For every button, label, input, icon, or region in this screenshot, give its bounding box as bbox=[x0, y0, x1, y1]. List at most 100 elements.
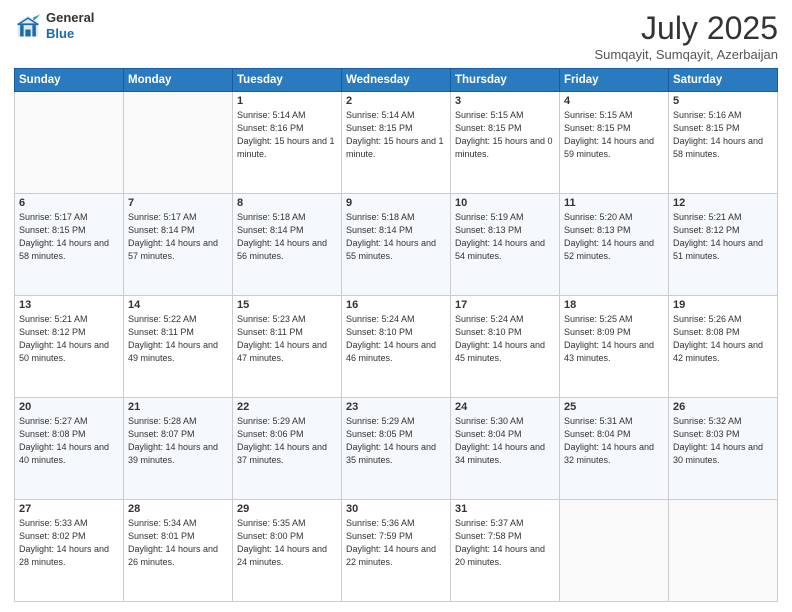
day-number: 17 bbox=[455, 299, 555, 311]
day-number: 26 bbox=[673, 401, 773, 413]
cell-info: Sunrise: 5:29 AM Sunset: 8:05 PM Dayligh… bbox=[346, 415, 446, 467]
day-number: 10 bbox=[455, 197, 555, 209]
day-number: 3 bbox=[455, 95, 555, 107]
cell-info: Sunrise: 5:28 AM Sunset: 8:07 PM Dayligh… bbox=[128, 415, 228, 467]
calendar-cell: 8Sunrise: 5:18 AM Sunset: 8:14 PM Daylig… bbox=[233, 194, 342, 296]
cell-info: Sunrise: 5:32 AM Sunset: 8:03 PM Dayligh… bbox=[673, 415, 773, 467]
calendar-cell bbox=[15, 92, 124, 194]
calendar-cell: 1Sunrise: 5:14 AM Sunset: 8:16 PM Daylig… bbox=[233, 92, 342, 194]
logo-general: General bbox=[46, 10, 94, 26]
calendar-cell: 7Sunrise: 5:17 AM Sunset: 8:14 PM Daylig… bbox=[124, 194, 233, 296]
calendar-cell: 14Sunrise: 5:22 AM Sunset: 8:11 PM Dayli… bbox=[124, 296, 233, 398]
header: General Blue July 2025 Sumqayit, Sumqayi… bbox=[14, 10, 778, 62]
calendar-cell: 12 Sunrise: 5:21 AM Sunset: 8:12 PM Dayli… bbox=[669, 194, 778, 296]
day-number: 11 bbox=[564, 197, 664, 209]
cell-info: Sunrise: 5:18 AM Sunset: 8:14 PM Dayligh… bbox=[346, 211, 446, 263]
calendar-cell bbox=[124, 92, 233, 194]
day-number: 18 bbox=[564, 299, 664, 311]
calendar-cell: 4 Sunrise: 5:15 AM Sunset: 8:15 PM Daylig… bbox=[560, 92, 669, 194]
calendar-cell: 9 Sunrise: 5:18 AM Sunset: 8:14 PM Daylig… bbox=[342, 194, 451, 296]
cell-info: Sunrise: 5:37 AM Sunset: 7:58 PM Dayligh… bbox=[455, 517, 555, 569]
logo-blue: Blue bbox=[46, 26, 94, 42]
day-number: 25 bbox=[564, 401, 664, 413]
day-number: 16 bbox=[346, 299, 446, 311]
day-number: 6 bbox=[19, 197, 119, 209]
cell-info: Sunrise: 5:14 AM Sunset: 8:16 PM Dayligh… bbox=[237, 109, 337, 161]
cell-info: Sunrise: 5:14 AM Sunset: 8:15 PM Dayligh… bbox=[346, 109, 446, 161]
calendar-table: SundayMondayTuesdayWednesdayThursdayFrid… bbox=[14, 68, 778, 602]
days-header-row: SundayMondayTuesdayWednesdayThursdayFrid… bbox=[15, 69, 778, 92]
day-number: 21 bbox=[128, 401, 228, 413]
day-number: 19 bbox=[673, 299, 773, 311]
cell-info: Sunrise: 5:34 AM Sunset: 8:01 PM Dayligh… bbox=[128, 517, 228, 569]
calendar-cell: 16 Sunrise: 5:24 AM Sunset: 8:10 PM Dayli… bbox=[342, 296, 451, 398]
calendar-cell: 26 Sunrise: 5:32 AM Sunset: 8:03 PM Dayli… bbox=[669, 398, 778, 500]
cell-info: Sunrise: 5:15 AM Sunset: 8:15 PM Dayligh… bbox=[455, 109, 555, 161]
calendar-cell: 24Sunrise: 5:30 AM Sunset: 8:04 PM Dayli… bbox=[451, 398, 560, 500]
cell-info: Sunrise: 5:21 AM Sunset: 8:12 PM Dayligh… bbox=[673, 211, 773, 263]
week-row-3: 13Sunrise: 5:21 AM Sunset: 8:12 PM Dayli… bbox=[15, 296, 778, 398]
calendar-cell: 27 Sunrise: 5:33 AM Sunset: 8:02 PM Dayli… bbox=[15, 500, 124, 602]
day-number: 29 bbox=[237, 503, 337, 515]
week-row-5: 27 Sunrise: 5:33 AM Sunset: 8:02 PM Dayli… bbox=[15, 500, 778, 602]
cell-info: Sunrise: 5:19 AM Sunset: 8:13 PM Dayligh… bbox=[455, 211, 555, 263]
day-number: 27 bbox=[19, 503, 119, 515]
calendar-cell: 19Sunrise: 5:26 AM Sunset: 8:08 PM Dayli… bbox=[669, 296, 778, 398]
cell-info: Sunrise: 5:24 AM Sunset: 8:10 PM Dayligh… bbox=[346, 313, 446, 365]
logo: General Blue bbox=[14, 10, 94, 41]
day-header-tuesday: Tuesday bbox=[233, 69, 342, 92]
calendar-cell: 5 Sunrise: 5:16 AM Sunset: 8:15 PM Daylig… bbox=[669, 92, 778, 194]
calendar-cell: 13Sunrise: 5:21 AM Sunset: 8:12 PM Dayli… bbox=[15, 296, 124, 398]
calendar-cell bbox=[560, 500, 669, 602]
day-header-wednesday: Wednesday bbox=[342, 69, 451, 92]
logo-text: General Blue bbox=[46, 10, 94, 41]
calendar-cell: 17 Sunrise: 5:24 AM Sunset: 8:10 PM Dayli… bbox=[451, 296, 560, 398]
calendar-cell: 23 Sunrise: 5:29 AM Sunset: 8:05 PM Dayli… bbox=[342, 398, 451, 500]
day-number: 23 bbox=[346, 401, 446, 413]
calendar-cell: 21 Sunrise: 5:28 AM Sunset: 8:07 PM Dayli… bbox=[124, 398, 233, 500]
day-header-saturday: Saturday bbox=[669, 69, 778, 92]
calendar-cell: 20Sunrise: 5:27 AM Sunset: 8:08 PM Dayli… bbox=[15, 398, 124, 500]
calendar-cell: 11 Sunrise: 5:20 AM Sunset: 8:13 PM Dayli… bbox=[560, 194, 669, 296]
cell-info: Sunrise: 5:15 AM Sunset: 8:15 PM Dayligh… bbox=[564, 109, 664, 161]
cell-info: Sunrise: 5:35 AM Sunset: 8:00 PM Dayligh… bbox=[237, 517, 337, 569]
calendar-cell: 29 Sunrise: 5:35 AM Sunset: 8:00 PM Dayli… bbox=[233, 500, 342, 602]
cell-info: Sunrise: 5:30 AM Sunset: 8:04 PM Dayligh… bbox=[455, 415, 555, 467]
day-number: 2 bbox=[346, 95, 446, 107]
cell-info: Sunrise: 5:17 AM Sunset: 8:14 PM Dayligh… bbox=[128, 211, 228, 263]
cell-info: Sunrise: 5:16 AM Sunset: 8:15 PM Dayligh… bbox=[673, 109, 773, 161]
cell-info: Sunrise: 5:33 AM Sunset: 8:02 PM Dayligh… bbox=[19, 517, 119, 569]
day-number: 31 bbox=[455, 503, 555, 515]
calendar-cell: 3 Sunrise: 5:15 AM Sunset: 8:15 PM Daylig… bbox=[451, 92, 560, 194]
day-header-sunday: Sunday bbox=[15, 69, 124, 92]
calendar-cell: 28Sunrise: 5:34 AM Sunset: 8:01 PM Dayli… bbox=[124, 500, 233, 602]
day-number: 8 bbox=[237, 197, 337, 209]
day-header-monday: Monday bbox=[124, 69, 233, 92]
day-number: 12 bbox=[673, 197, 773, 209]
cell-info: Sunrise: 5:20 AM Sunset: 8:13 PM Dayligh… bbox=[564, 211, 664, 263]
calendar-cell: 22Sunrise: 5:29 AM Sunset: 8:06 PM Dayli… bbox=[233, 398, 342, 500]
day-number: 30 bbox=[346, 503, 446, 515]
week-row-2: 6Sunrise: 5:17 AM Sunset: 8:15 PM Daylig… bbox=[15, 194, 778, 296]
cell-info: Sunrise: 5:24 AM Sunset: 8:10 PM Dayligh… bbox=[455, 313, 555, 365]
day-number: 22 bbox=[237, 401, 337, 413]
calendar-cell: 18 Sunrise: 5:25 AM Sunset: 8:09 PM Dayli… bbox=[560, 296, 669, 398]
week-row-4: 20Sunrise: 5:27 AM Sunset: 8:08 PM Dayli… bbox=[15, 398, 778, 500]
cell-info: Sunrise: 5:31 AM Sunset: 8:04 PM Dayligh… bbox=[564, 415, 664, 467]
day-header-thursday: Thursday bbox=[451, 69, 560, 92]
day-number: 9 bbox=[346, 197, 446, 209]
cell-info: Sunrise: 5:22 AM Sunset: 8:11 PM Dayligh… bbox=[128, 313, 228, 365]
day-number: 5 bbox=[673, 95, 773, 107]
calendar-cell: 25 Sunrise: 5:31 AM Sunset: 8:04 PM Dayli… bbox=[560, 398, 669, 500]
title-block: July 2025 Sumqayit, Sumqayit, Azerbaijan bbox=[594, 10, 778, 62]
calendar-cell: 15Sunrise: 5:23 AM Sunset: 8:11 PM Dayli… bbox=[233, 296, 342, 398]
page: General Blue July 2025 Sumqayit, Sumqayi… bbox=[0, 0, 792, 612]
day-number: 15 bbox=[237, 299, 337, 311]
calendar-cell: 31 Sunrise: 5:37 AM Sunset: 7:58 PM Dayli… bbox=[451, 500, 560, 602]
calendar-cell: 6Sunrise: 5:17 AM Sunset: 8:15 PM Daylig… bbox=[15, 194, 124, 296]
calendar-cell: 2 Sunrise: 5:14 AM Sunset: 8:15 PM Daylig… bbox=[342, 92, 451, 194]
day-number: 4 bbox=[564, 95, 664, 107]
calendar-cell: 10 Sunrise: 5:19 AM Sunset: 8:13 PM Dayli… bbox=[451, 194, 560, 296]
cell-info: Sunrise: 5:25 AM Sunset: 8:09 PM Dayligh… bbox=[564, 313, 664, 365]
calendar-cell: 30Sunrise: 5:36 AM Sunset: 7:59 PM Dayli… bbox=[342, 500, 451, 602]
